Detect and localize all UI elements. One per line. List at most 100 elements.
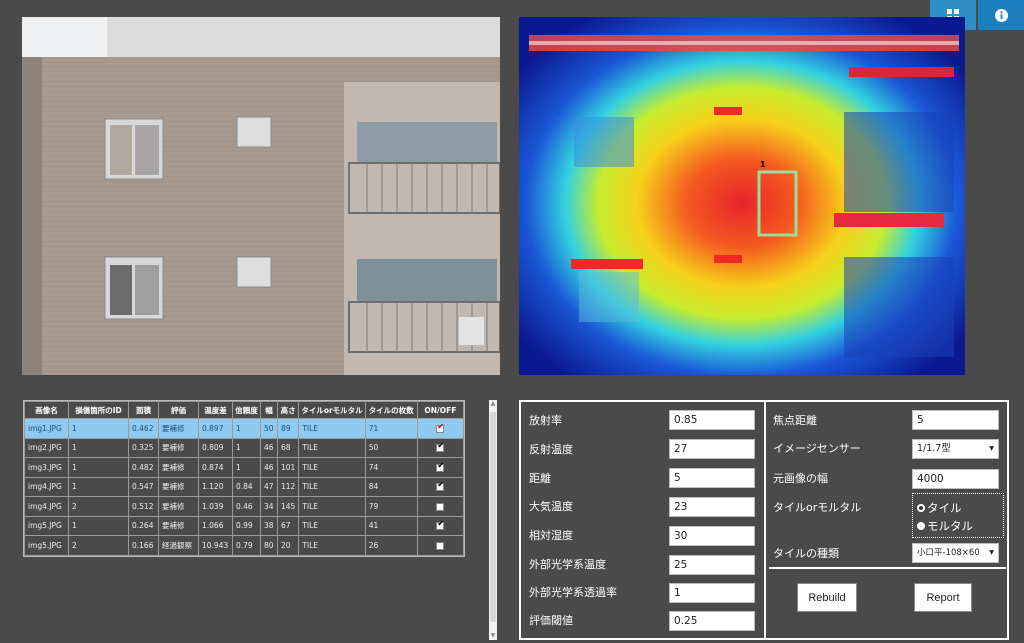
mortar-radio-option[interactable]: モルタル [917,518,999,534]
table-cell-area: 0.512 [128,496,159,517]
table-cell-area: 0.325 [128,437,159,458]
table-cell-name: img5.JPG [24,535,69,556]
col-image-name: 画像名 [24,401,69,419]
focal-label: 焦点距離 [773,414,817,427]
tile-type-select[interactable]: 小口平-108×60 ▾ [912,543,999,563]
table-cell-temp: 10.943 [198,535,233,556]
tile-type-select-value: 小口平-108×60 [917,548,980,558]
table-cell-w: 80 [260,535,278,556]
table-cell-name: img5.JPG [24,515,69,536]
table-cell-h: 67 [276,515,300,536]
sensor-select[interactable]: 1/1.7型 ▾ [912,439,999,459]
on-off-checkbox[interactable] [436,441,445,453]
reflect-temp-label: 反射温度 [529,443,573,456]
ext-optics-temp-label: 外部光学系温度 [529,558,606,571]
table-cell-name: img4.JPG [24,496,69,517]
table-cell-w: 46 [260,437,278,458]
on-off-checkbox[interactable] [436,461,445,472]
width-field[interactable]: 4000 [912,469,999,489]
table-row[interactable]: img1.JPG 1 0.462 要補修 0.897 1 50 89 TILE 71 [24,418,465,439]
table-cell-h: 20 [276,535,300,556]
table-scrollbar[interactable]: ▲ ▼ [489,400,497,640]
sensor-label: イメージセンサー [773,442,861,455]
table-cell-w: 47 [260,476,278,497]
col-tile-mortar: タイルorモルタル [298,401,366,419]
sensor-select-value: 1/1.7型 [917,443,951,454]
panel-divider [764,402,766,638]
distance-field[interactable]: 5 [669,468,755,488]
table-cell-eval: 要補修 [158,496,199,517]
table-cell-conf: 0.99 [232,515,261,536]
table-cell-type: TILE [298,496,366,517]
table-cell-id: 2 [68,535,129,556]
table-cell-temp: 1.039 [198,496,233,517]
table-cell-count: 74 [364,457,418,478]
tile-mortar-label: タイルorモルタル [773,501,862,514]
on-off-checkbox[interactable] [436,480,445,492]
table-row[interactable]: img5.JPG 1 0.264 要補修 1.066 0.99 38 67 TILE 41 [24,515,465,536]
table-cell-id: 1 [68,457,129,478]
tile-type-label: タイルの種類 [773,547,839,560]
info-button[interactable] [978,0,1024,30]
threshold-field[interactable]: 0.25 [669,611,755,631]
air-temp-field[interactable]: 23 [669,497,755,517]
scroll-down-icon[interactable]: ▼ [489,632,497,640]
ext-optics-trans-field[interactable]: 1 [669,583,755,603]
table-cell-id: 1 [68,476,129,497]
ext-optics-temp-field[interactable]: 25 [669,555,755,575]
table-row[interactable]: img5.JPG 2 0.166 経過観察 10.943 0.79 80 20 TILE 26 [24,535,465,556]
rebuild-button[interactable]: Rebuild [797,583,857,612]
scrollbar-thumb[interactable] [490,412,496,622]
tile-radio-option[interactable]: タイル [917,500,999,516]
table-cell-area: 0.482 [128,457,159,478]
table-cell-count: 50 [364,437,418,458]
thermal-image: 1 [519,17,965,375]
table-cell-type: TILE [298,535,366,556]
table-cell-on-off [416,437,465,458]
emissivity-field[interactable]: 0.85 [669,410,755,430]
table-cell-id: 1 [68,437,129,458]
reflect-temp-field[interactable]: 27 [669,439,755,459]
col-confidence: 信頼度 [232,401,261,419]
on-off-checkbox[interactable] [436,519,445,531]
chevron-down-icon: ▾ [989,547,994,558]
mortar-radio-label: モルタル [927,519,973,533]
focal-field[interactable]: 5 [912,410,999,430]
table-cell-count: 79 [364,496,418,517]
info-icon [994,8,1008,22]
results-table: 画像名 損傷箇所のID 面積 評価 温度差 信頼度 幅 高さ タイルorモルタル… [23,400,465,557]
radio-selected-icon [917,504,925,512]
table-cell-area: 0.166 [128,535,159,556]
col-tile-count: タイルの枚数 [364,401,418,419]
table-cell-on-off [416,418,465,439]
section-divider [769,567,1006,569]
table-cell-temp: 1.120 [198,476,233,497]
table-row[interactable]: img4.JPG 1 0.547 要補修 1.120 0.84 47 112 TILE 84 [24,476,465,497]
table-cell-temp: 0.809 [198,437,233,458]
report-button[interactable]: Report [914,583,972,612]
on-off-checkbox[interactable] [436,422,445,433]
on-off-checkbox[interactable] [436,502,445,511]
table-cell-on-off [416,476,465,497]
table-row[interactable]: img2.JPG 1 0.325 要補修 0.809 1 46 68 TILE 50 [24,437,465,458]
col-damage-id: 損傷箇所のID [68,401,129,419]
on-off-checkbox[interactable] [436,541,445,550]
table-cell-count: 41 [364,515,418,536]
table-cell-name: img4.JPG [24,476,69,497]
damage-marker-label: 1 [760,160,766,169]
table-cell-type: TILE [298,515,366,536]
scroll-up-icon[interactable]: ▲ [489,400,497,408]
table-cell-name: img2.JPG [24,437,69,458]
table-cell-w: 50 [260,418,278,439]
table-cell-conf: 1 [232,457,261,478]
table-row[interactable]: img4.JPG 2 0.512 要補修 1.039 0.46 34 145 TILE 79 [24,496,465,517]
table-cell-h: 112 [276,476,300,497]
humidity-field[interactable]: 30 [669,526,755,546]
table-cell-h: 145 [276,496,300,517]
table-cell-id: 1 [68,515,129,536]
table-cell-on-off [416,496,465,517]
table-cell-type: TILE [298,437,366,458]
table-cell-area: 0.547 [128,476,159,497]
table-cell-conf: 0.84 [232,476,261,497]
table-row[interactable]: img3.JPG 1 0.482 要補修 0.874 1 46 101 TILE 74 [24,457,465,478]
